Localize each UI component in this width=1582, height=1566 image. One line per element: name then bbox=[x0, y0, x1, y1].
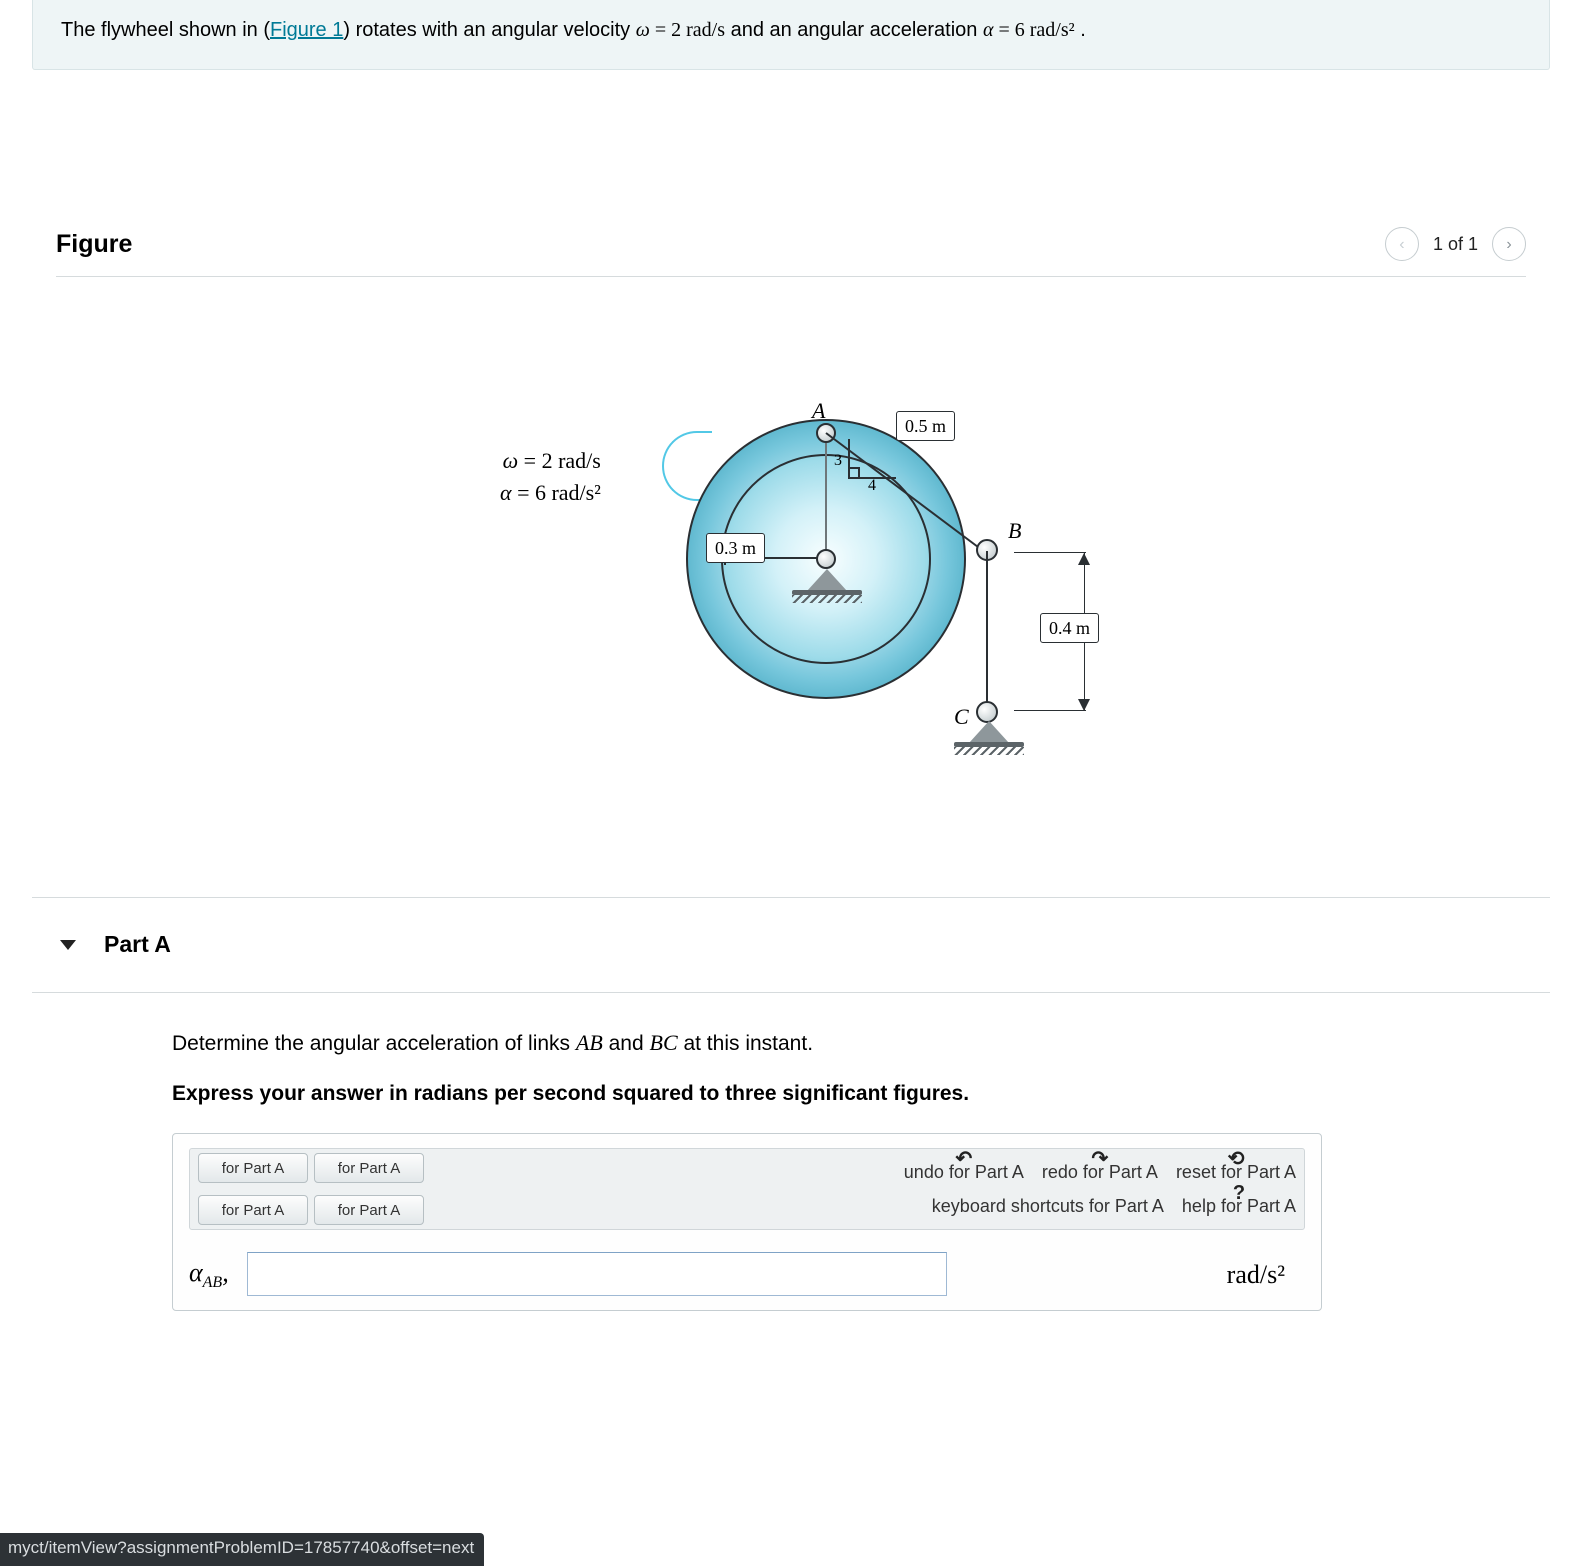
answer-var-sub: AB bbox=[203, 1274, 223, 1291]
slope-run: 4 bbox=[868, 474, 876, 497]
param-omega: = 2 rad/s bbox=[524, 448, 601, 473]
prompt-post: at this instant. bbox=[678, 1032, 813, 1055]
problem-statement: The flywheel shown in (Figure 1) rotates… bbox=[32, 0, 1550, 70]
link-bc bbox=[986, 551, 988, 711]
part-a-hint: Express your answer in radians per secon… bbox=[172, 1079, 1550, 1109]
browser-status-bar: myct/itemView?assignmentProblemID=178577… bbox=[0, 1533, 484, 1566]
answer-units: rad/s² bbox=[1227, 1256, 1285, 1294]
redo-icon: ↷ bbox=[1092, 1145, 1109, 1174]
chevron-right-icon: › bbox=[1506, 233, 1511, 256]
pedestal-c bbox=[954, 721, 1024, 749]
reset-icon: ⟲ bbox=[1228, 1145, 1245, 1174]
figure-diagram: ω = 2 rad/s α = 6 rad/s² 0.3 m A 0.5 m 3… bbox=[56, 317, 1526, 777]
part-a-header[interactable]: Part A bbox=[32, 898, 1550, 992]
dim-arrow-down-icon bbox=[1078, 699, 1090, 711]
right-angle-mark bbox=[850, 467, 860, 477]
caret-down-icon bbox=[60, 940, 76, 950]
alpha-expression: α bbox=[983, 19, 994, 41]
link-bc-var: BC bbox=[650, 1030, 678, 1055]
ab-length-label: 0.5 m bbox=[896, 411, 955, 441]
bc-length-label: 0.4 m bbox=[1040, 613, 1099, 643]
answer-input[interactable] bbox=[247, 1252, 947, 1296]
equation-editor: for Part A for Part A for Part A for Par… bbox=[172, 1133, 1322, 1311]
editor-toolbar: for Part A for Part A for Part A for Par… bbox=[189, 1148, 1305, 1230]
prompt-mid: and bbox=[603, 1032, 650, 1055]
answer-var-comma: , bbox=[222, 1258, 229, 1287]
omega-expression: ω bbox=[636, 19, 650, 41]
answer-variable: αAB, bbox=[189, 1254, 229, 1294]
problem-text-prefix: The flywheel shown in ( bbox=[61, 19, 270, 41]
pin-c bbox=[976, 701, 998, 723]
undo-icon: ↶ bbox=[955, 1145, 972, 1174]
help-button[interactable]: ?help for Part A bbox=[1182, 1193, 1296, 1219]
omega-value: = 2 rad/s bbox=[650, 19, 725, 41]
given-parameters: ω = 2 rad/s α = 6 rad/s² bbox=[500, 445, 601, 509]
toolbar-btn-4[interactable]: for Part A bbox=[314, 1195, 424, 1225]
radius-label: 0.3 m bbox=[706, 533, 765, 563]
dim-arrow-up-icon bbox=[1078, 553, 1090, 565]
problem-text-suffix: . bbox=[1075, 19, 1086, 41]
figure-link[interactable]: Figure 1 bbox=[270, 19, 343, 41]
part-a-section: Part A Determine the angular acceleratio… bbox=[32, 897, 1550, 1311]
pager-next-button[interactable]: › bbox=[1492, 227, 1526, 261]
dim-ext-bot bbox=[1014, 710, 1086, 711]
toolbar-btn-3[interactable]: for Part A bbox=[198, 1195, 308, 1225]
alpha-value: = 6 rad/s² bbox=[993, 19, 1074, 41]
keyboard-shortcuts-button[interactable]: keyboard shortcuts for Part A bbox=[932, 1193, 1164, 1219]
problem-text-mid2: and an angular acceleration bbox=[725, 19, 983, 41]
chevron-left-icon: ‹ bbox=[1399, 233, 1404, 256]
redo-button[interactable]: ↷redo for Part A bbox=[1042, 1159, 1158, 1185]
label-b: B bbox=[1008, 515, 1021, 547]
dim-ext-top bbox=[1014, 552, 1086, 553]
figure-heading: Figure bbox=[56, 226, 132, 262]
slope-triangle: 3 4 bbox=[848, 439, 896, 479]
figure-pager: ‹ 1 of 1 › bbox=[1385, 227, 1526, 261]
param-alpha: = 6 rad/s² bbox=[517, 480, 601, 505]
undo-button[interactable]: ↶undo for Part A bbox=[904, 1159, 1024, 1185]
link-ab-var: AB bbox=[576, 1030, 603, 1055]
slope-rise: 3 bbox=[834, 449, 842, 472]
pedestal-flywheel bbox=[792, 569, 862, 597]
part-a-prompt: Determine the angular acceleration of li… bbox=[172, 1027, 1550, 1059]
problem-text-mid1: ) rotates with an angular velocity bbox=[343, 19, 635, 41]
answer-var-sym: α bbox=[189, 1258, 203, 1287]
toolbar-btn-1[interactable]: for Part A bbox=[198, 1153, 308, 1183]
pager-prev-button[interactable]: ‹ bbox=[1385, 227, 1419, 261]
part-a-title: Part A bbox=[104, 928, 171, 961]
label-a: A bbox=[812, 395, 825, 427]
help-icon: ? bbox=[1233, 1179, 1245, 1208]
vert-guide bbox=[825, 437, 827, 557]
figure-section: Figure ‹ 1 of 1 › ω = 2 rad/s α = 6 rad/… bbox=[56, 220, 1526, 777]
prompt-pre: Determine the angular acceleration of li… bbox=[172, 1032, 576, 1055]
toolbar-btn-2[interactable]: for Part A bbox=[314, 1153, 424, 1183]
pager-text: 1 of 1 bbox=[1433, 231, 1478, 257]
